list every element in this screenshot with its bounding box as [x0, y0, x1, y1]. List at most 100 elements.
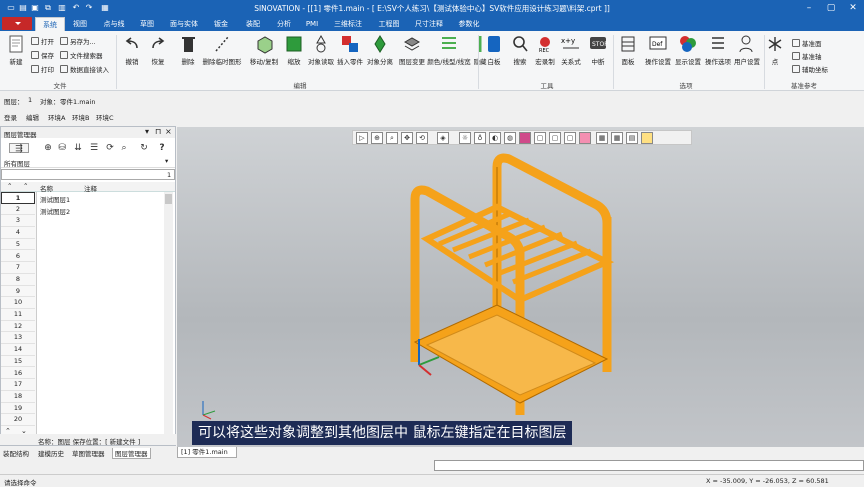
tab-assembly-structure[interactable]: 装配结构: [3, 448, 29, 458]
layer-list2-icon[interactable]: ☰: [89, 143, 99, 153]
tab-assembly[interactable]: 装配: [241, 17, 265, 31]
operation-option-button[interactable]: 操作选项: [703, 34, 733, 66]
save-button[interactable]: 保存: [31, 50, 54, 60]
sort-top-icon[interactable]: ⌃: [23, 182, 28, 190]
scroll-thumb[interactable]: [165, 194, 172, 204]
layer-scrollbar[interactable]: [164, 192, 173, 439]
move-copy-button[interactable]: 移动/复制: [247, 34, 281, 66]
layer-filter-icon[interactable]: ⇊: [73, 143, 83, 153]
table-row[interactable]: 14: [1, 344, 35, 356]
document-tab[interactable]: [1] 零件1.main: [177, 447, 237, 458]
layer-item[interactable]: 测试图层1: [40, 194, 70, 204]
env-edit[interactable]: 编辑: [26, 112, 39, 122]
env-c[interactable]: 环境C: [96, 112, 114, 122]
table-row[interactable]: 7: [1, 262, 35, 274]
display-setting-button[interactable]: 显示设置: [673, 34, 703, 66]
save-as-button[interactable]: 另存为...: [60, 36, 96, 46]
object-read-button[interactable]: 对象读取: [307, 34, 335, 66]
command-input[interactable]: [434, 460, 864, 471]
layer-search-icon[interactable]: ⌕: [119, 143, 129, 153]
tab-sketch[interactable]: 草图: [135, 17, 159, 31]
table-row[interactable]: 19: [1, 403, 35, 415]
delete-temp-button[interactable]: 删除临时图形: [200, 34, 244, 66]
search-button[interactable]: 搜索: [509, 34, 531, 66]
tab-view[interactable]: 视图: [68, 17, 92, 31]
close-button[interactable]: ✕: [842, 0, 864, 16]
delete-button[interactable]: 删除: [176, 34, 200, 66]
open-button[interactable]: 打开: [31, 36, 54, 46]
undo-button[interactable]: 撤销: [120, 34, 144, 66]
table-row[interactable]: 16: [1, 368, 35, 380]
tab-parametric[interactable]: 参数化: [454, 17, 484, 31]
tab-layer-manager[interactable]: 图层管理器: [112, 448, 151, 459]
table-row[interactable]: 12: [1, 321, 35, 333]
layer-item[interactable]: 测试图层2: [40, 206, 70, 216]
redo-button[interactable]: 恢复: [146, 34, 170, 66]
tab-sheet-metal[interactable]: 钣金: [209, 17, 233, 31]
table-row[interactable]: 20: [1, 414, 35, 426]
layer-db-icon[interactable]: ⛁: [57, 143, 67, 153]
layer-input[interactable]: 1: [1, 169, 175, 180]
table-row[interactable]: 3: [1, 215, 35, 228]
layer-reload-icon[interactable]: ↻: [139, 143, 149, 153]
object-separate-button[interactable]: 对象分离: [366, 34, 394, 66]
sort-up-icon[interactable]: ⌃: [7, 182, 12, 190]
table-row[interactable]: 8: [1, 274, 35, 286]
datum-plane-button[interactable]: 基准面: [792, 38, 822, 48]
tab-model-history[interactable]: 建模历史: [38, 448, 64, 458]
scale-button[interactable]: 缩放: [283, 34, 305, 66]
file-search-button[interactable]: 文件搜索器: [60, 50, 103, 60]
table-row[interactable]: 15: [1, 356, 35, 368]
datum-axis-button[interactable]: 基准轴: [792, 51, 822, 61]
tab-3d-annotation[interactable]: 三维标注: [328, 17, 368, 31]
layer-change-button[interactable]: 图层变更: [398, 34, 426, 66]
minimize-button[interactable]: –: [798, 0, 820, 16]
table-row[interactable]: 18: [1, 391, 35, 403]
env-a[interactable]: 环境A: [48, 112, 65, 122]
direct-read-button[interactable]: 数据直接读入: [60, 64, 109, 74]
table-row[interactable]: 17: [1, 379, 35, 391]
color-linetype-button[interactable]: 颜色/线型/线宽: [427, 34, 471, 66]
table-row[interactable]: 6: [1, 251, 35, 263]
whiteboard-button[interactable]: 白板: [483, 34, 505, 66]
point-button[interactable]: 点: [766, 34, 784, 66]
new-button[interactable]: 新建: [4, 34, 28, 66]
tab-drawing[interactable]: 工程图: [374, 17, 404, 31]
env-b[interactable]: 环境B: [72, 112, 89, 122]
user-setting-button[interactable]: 用户设置: [733, 34, 761, 66]
panel-button[interactable]: 面板: [617, 34, 639, 66]
tab-analysis[interactable]: 分析: [272, 17, 296, 31]
table-row[interactable]: 2: [1, 204, 35, 216]
interrupt-button[interactable]: STOP 中断: [587, 34, 609, 66]
table-row[interactable]: 13: [1, 332, 35, 345]
layer-refresh-icon[interactable]: ⟳: [105, 143, 115, 153]
env-login[interactable]: 登录: [4, 112, 17, 122]
insert-part-button[interactable]: 插入零件: [336, 34, 364, 66]
tab-dimension[interactable]: 尺寸注释: [410, 17, 448, 31]
tab-system[interactable]: 系统: [35, 17, 65, 31]
help-icon[interactable]: ?: [157, 143, 167, 153]
panel-float-icon[interactable]: ⊓: [155, 127, 161, 136]
table-row[interactable]: 11: [1, 309, 35, 321]
operation-setting-button[interactable]: Def 操作设置: [643, 34, 673, 66]
tab-point-line[interactable]: 点与线: [98, 17, 130, 31]
panel-pin-icon[interactable]: ▾: [145, 127, 149, 136]
tab-pmi[interactable]: PMI: [302, 17, 322, 31]
layer-list-icon[interactable]: ⇶: [9, 143, 29, 154]
panel-close-icon[interactable]: ×: [165, 127, 172, 136]
aux-coord-button[interactable]: 辅助坐标: [792, 64, 828, 74]
table-row[interactable]: 10: [1, 297, 35, 309]
table-row[interactable]: 1: [1, 192, 35, 204]
table-row[interactable]: 4: [1, 227, 35, 239]
table-row[interactable]: 5: [1, 239, 35, 251]
layer-new-icon[interactable]: ⊕: [43, 143, 53, 153]
relation-button[interactable]: x+y 关系式: [559, 34, 583, 66]
macro-record-button[interactable]: REC 宏录制: [534, 34, 556, 66]
3d-viewport[interactable]: ▷ ⊕ ⌕ ✥ ⟲ ◈ ☼ ♁ ◐ ◍ ▢ ▢ ▢ ▦ ▦ ▤: [177, 127, 864, 447]
app-menu-button[interactable]: [2, 17, 32, 30]
maximize-button[interactable]: ▢: [820, 0, 842, 16]
tab-sketch-manager[interactable]: 草图管理器: [72, 448, 105, 458]
table-row[interactable]: 9: [1, 286, 35, 298]
print-button[interactable]: 打印: [31, 64, 54, 74]
layer-filter-select[interactable]: 所有图层 ▾: [1, 157, 175, 168]
